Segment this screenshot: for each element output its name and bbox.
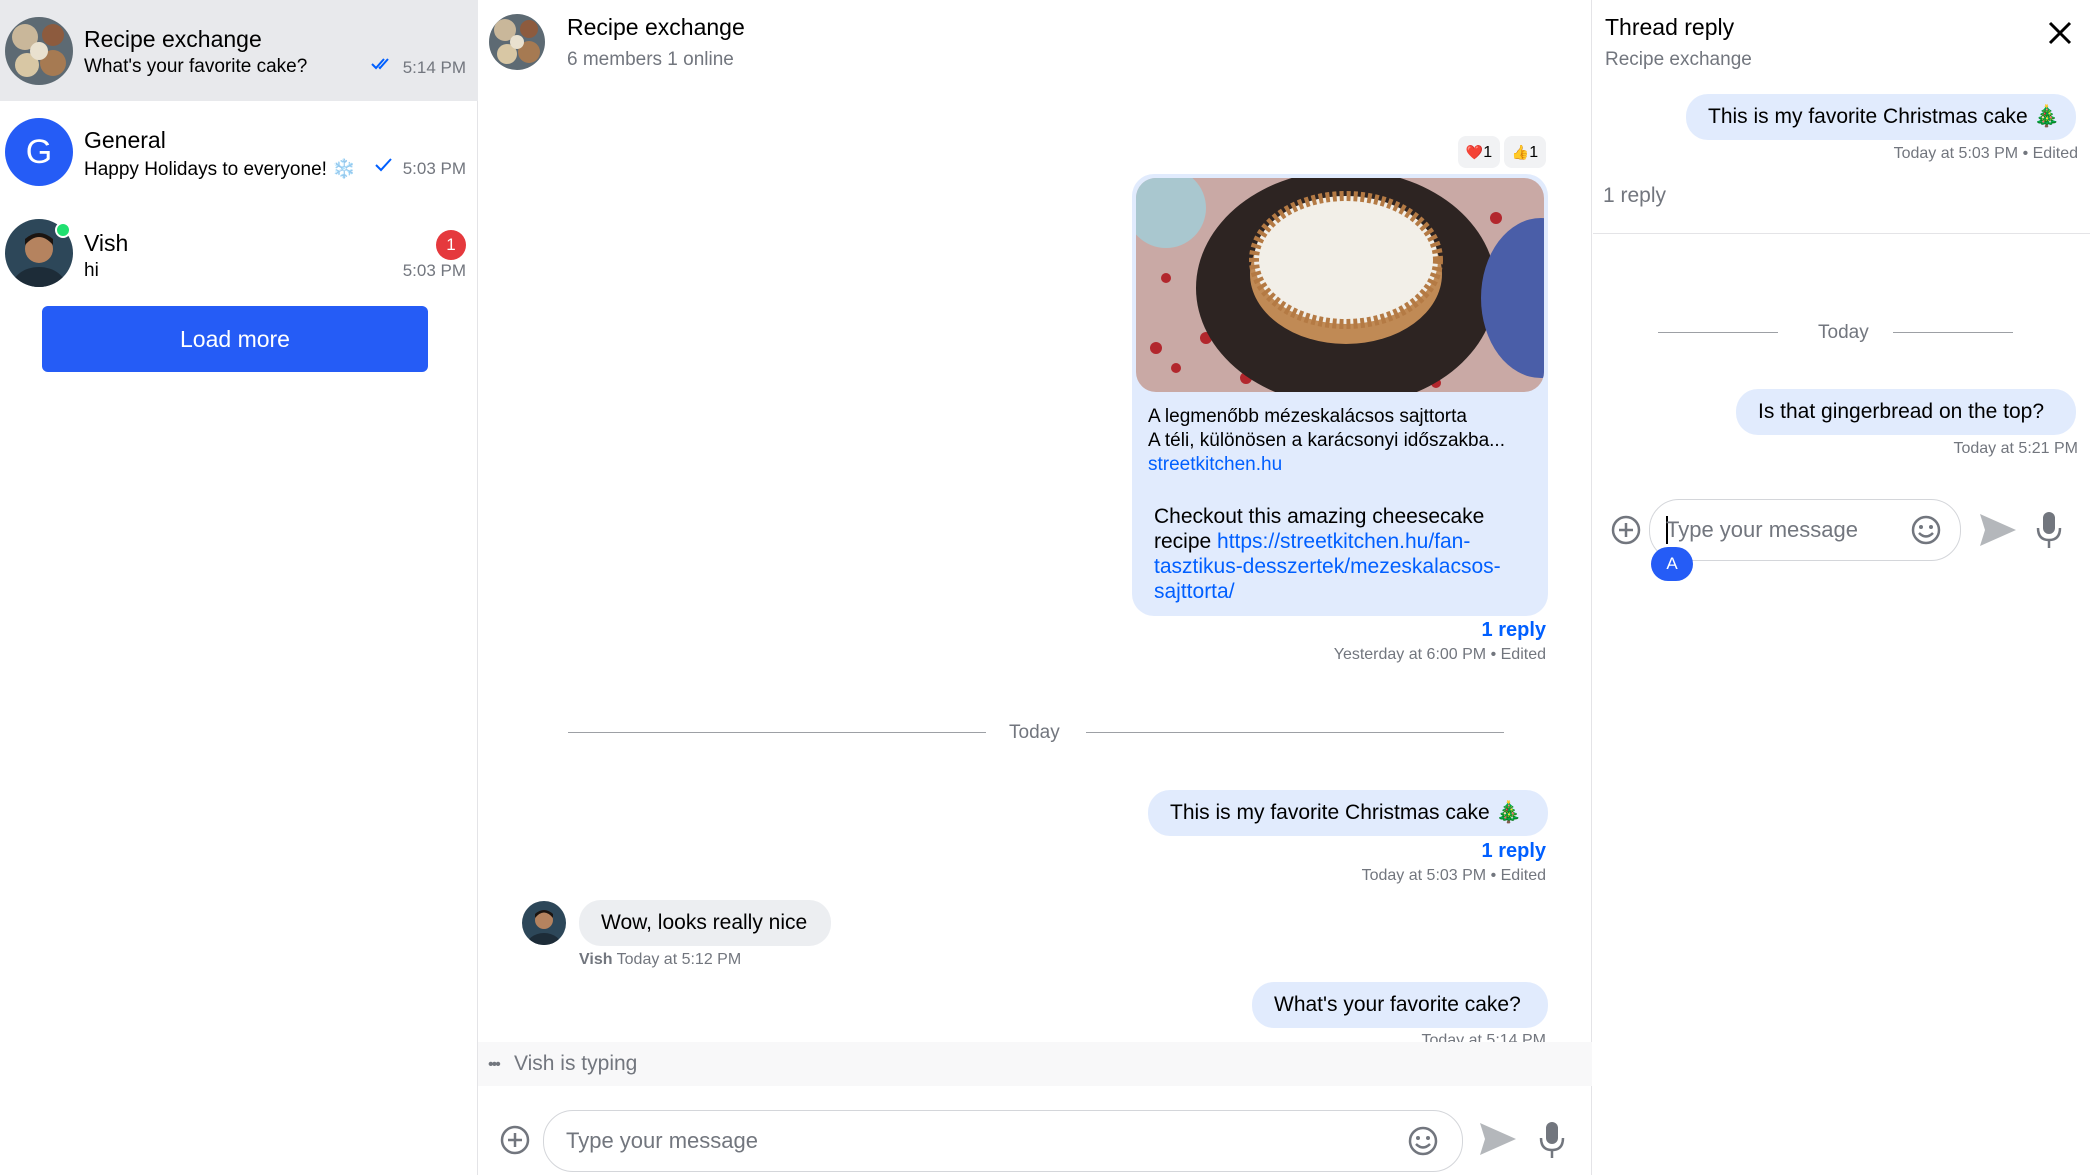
heart-icon: ❤️ [1465, 144, 1484, 160]
link-preview-title: A legmenőbb mézeskalácsos sajttorta [1148, 406, 1467, 427]
message-author: Vish [579, 951, 613, 968]
channel-timestamp: 5:03 PM [402, 261, 466, 280]
typing-indicator: ••• Vish is typing [478, 1042, 1592, 1086]
send-icon[interactable] [1476, 1117, 1520, 1161]
channel-item-vish[interactable]: Vish hi 5:03 PM 1 [0, 202, 478, 303]
emoji-icon[interactable] [1910, 514, 1942, 546]
thread-reply-message[interactable]: Is that gingerbread on the top? [1736, 389, 2076, 435]
thread-title: Thread reply [1605, 14, 1735, 40]
message-timestamp: Today at 5:12 PM [616, 951, 742, 968]
message-text: Checkout this amazing cheesecake recipe … [1154, 504, 1534, 604]
message-link[interactable]: sajttorta/ [1154, 580, 1235, 603]
message-link[interactable]: tasztikus-desszertek/mezeskalacsos- [1154, 555, 1501, 578]
channel-last-message: hi [84, 260, 99, 281]
channel-name: Recipe exchange [84, 26, 262, 52]
reaction-count: 1 [1529, 144, 1539, 161]
check-icon [375, 157, 393, 178]
channel-name: Vish [84, 230, 129, 256]
channel-item-general[interactable]: G General Happy Holidays to everyone! ❄️… [0, 101, 478, 202]
message-timestamp: Today at 5:03 PM • Edited [1893, 145, 2078, 162]
date-divider-line [1893, 332, 2013, 333]
thread-panel: Thread reply Recipe exchange This is my … [1593, 0, 2090, 1175]
reaction-count: 1 [1483, 144, 1493, 161]
reaction-heart[interactable]: ❤️1 [1458, 136, 1500, 168]
message-with-link-preview[interactable]: A legmenőbb mézeskalácsos sajttorta A té… [1132, 174, 1548, 616]
channel-main: Recipe exchange 6 members 1 online ❤️1 👍… [478, 0, 1592, 1175]
link-preview-image [1136, 178, 1544, 392]
channel-timestamp: 5:03 PM [402, 159, 466, 178]
channel-timestamp: 5:14 PM [402, 58, 466, 77]
typing-dots-icon: ••• [488, 1056, 501, 1073]
reaction-thumbs-up[interactable]: 👍1 [1504, 136, 1546, 168]
channel-item-recipe-exchange[interactable]: Recipe exchange What's your favorite cak… [0, 0, 478, 101]
message-bubble[interactable]: Wow, looks really nice [579, 900, 831, 946]
channel-header-avatar [489, 14, 545, 70]
thread-parent-message[interactable]: This is my favorite Christmas cake 🎄 [1686, 94, 2076, 140]
load-more-button[interactable]: Load more [42, 306, 428, 372]
microphone-icon[interactable] [1538, 1120, 1566, 1160]
date-divider-line [568, 732, 986, 733]
channel-avatar: G [5, 118, 73, 186]
channel-list: Recipe exchange What's your favorite cak… [0, 0, 478, 1175]
message-link[interactable]: https://streetkitchen.hu/fan- [1217, 530, 1470, 553]
avatar-initial: G [25, 133, 53, 171]
message-timestamp: Yesterday at 6:00 PM • Edited [1333, 646, 1546, 663]
typing-text: Vish is typing [514, 1052, 638, 1075]
microphone-icon[interactable] [2035, 510, 2063, 550]
link-preview-description: A téli, különösen a karácsonyi időszakba… [1148, 430, 1505, 451]
close-icon[interactable] [2045, 18, 2075, 48]
date-divider: Today [1009, 722, 1060, 743]
message-input[interactable]: Type your message [543, 1110, 1463, 1172]
message-bubble[interactable]: This is my favorite Christmas cake 🎄 [1148, 790, 1548, 836]
message-input-placeholder: Type your message [566, 1128, 758, 1153]
date-divider: Today [1818, 322, 1869, 343]
thread-reply-link[interactable]: 1 reply [1482, 840, 1546, 863]
channel-title: Recipe exchange [567, 14, 745, 40]
emoji-icon[interactable] [1407, 1125, 1439, 1157]
user-avatar[interactable] [522, 901, 566, 945]
channel-name: General [84, 127, 166, 153]
message-timestamp: Today at 5:03 PM • Edited [1361, 867, 1546, 884]
channel-avatar [5, 17, 73, 85]
thread-reply-link[interactable]: 1 reply [1482, 619, 1546, 642]
user-initial-badge: A [1651, 547, 1693, 581]
channel-members-count: 6 members 1 online [567, 49, 734, 70]
send-icon[interactable] [1976, 508, 2020, 552]
message-input-placeholder: Type your message [1666, 517, 1858, 542]
channel-last-message: Happy Holidays to everyone! ❄️ [84, 159, 356, 180]
date-divider-line [1086, 732, 1504, 733]
double-check-icon [371, 56, 393, 77]
thread-reply-count: 1 reply [1603, 184, 1667, 207]
message-timestamp: Today at 5:21 PM [1953, 440, 2078, 457]
message-bubble[interactable]: What's your favorite cake? [1252, 982, 1548, 1028]
online-indicator [55, 222, 71, 238]
thread-message-input[interactable]: Type your message [1649, 499, 1961, 561]
unread-badge: 1 [436, 230, 466, 260]
date-divider-line [1658, 332, 1778, 333]
thread-channel-name: Recipe exchange [1605, 49, 1752, 70]
thumbs-up-icon: 👍 [1511, 144, 1530, 160]
thread-separator [1593, 233, 2090, 234]
link-preview-domain[interactable]: streetkitchen.hu [1148, 454, 1282, 476]
add-attachment-icon[interactable] [499, 1124, 531, 1156]
add-attachment-icon[interactable] [1610, 514, 1642, 546]
channel-last-message: What's your favorite cake? [84, 56, 308, 77]
message-meta: Vish Today at 5:12 PM [579, 951, 741, 969]
